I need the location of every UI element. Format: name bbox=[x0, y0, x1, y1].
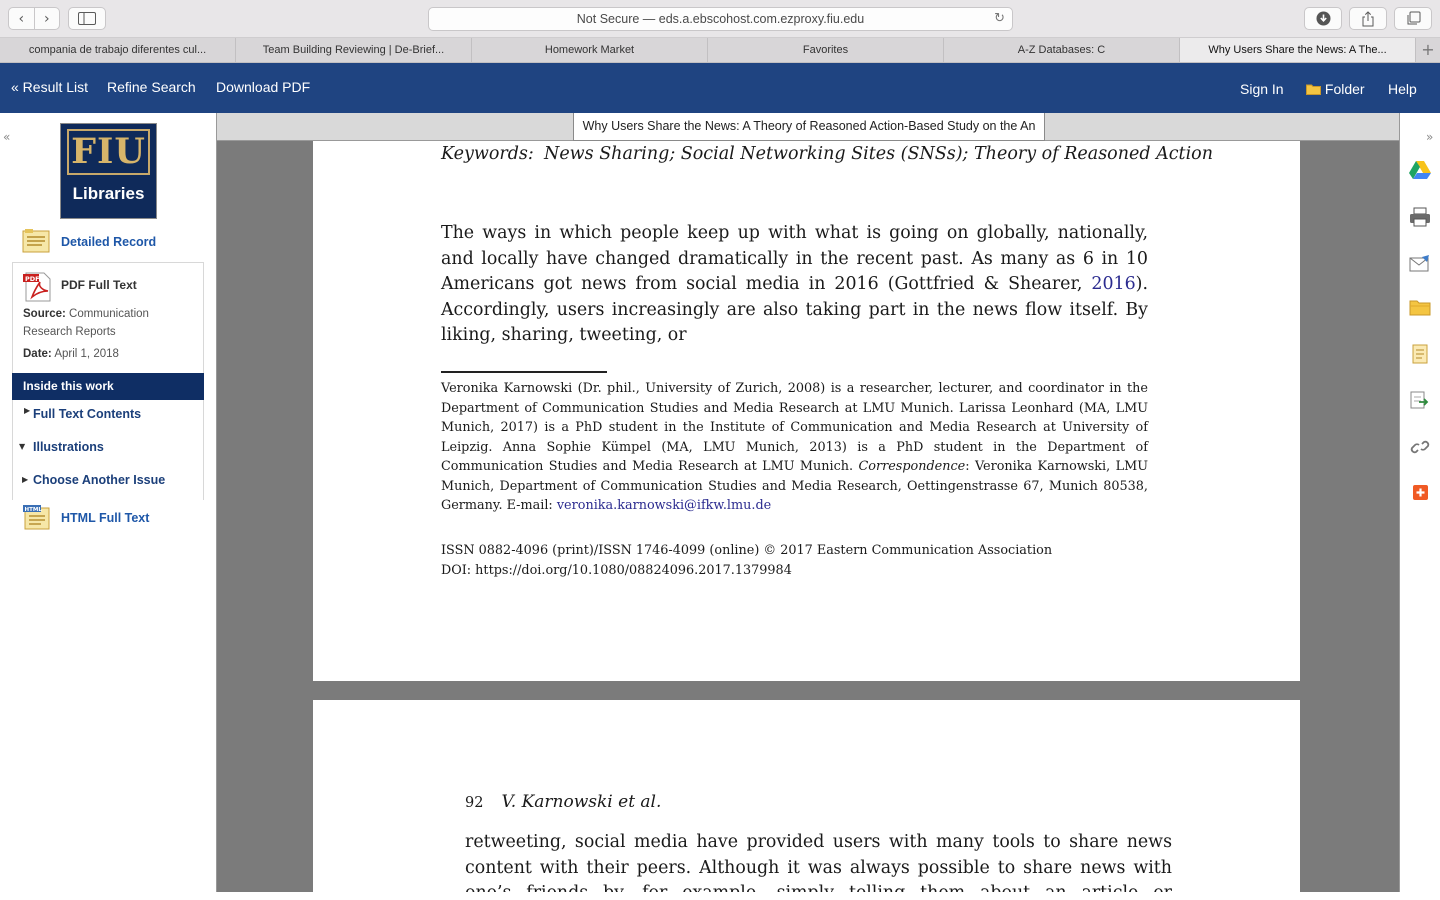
tab-compania[interactable]: compania de trabajo diferentes cul... bbox=[0, 38, 236, 62]
issn-block: ISSN 0882-4096 (print)/ISSN 1746-4099 (o… bbox=[441, 541, 1148, 580]
browser-toolbar: ‹ › Not Secure — eds.a.ebscohost.com.ezp… bbox=[0, 0, 1440, 38]
download-pdf-link[interactable]: Download PDF bbox=[216, 79, 310, 95]
google-drive-icon[interactable] bbox=[1409, 160, 1431, 180]
issn-line: ISSN 0882-4096 (print)/ISSN 1746-4099 (o… bbox=[441, 543, 1053, 558]
svg-text:PDF: PDF bbox=[25, 275, 40, 283]
html-full-text-icon[interactable]: HTML bbox=[22, 504, 50, 530]
collapse-triangle-icon[interactable]: ▼ bbox=[19, 442, 25, 451]
intro-text-a: The ways in which people keep up with wh… bbox=[441, 223, 1148, 294]
export-icon[interactable] bbox=[1409, 390, 1431, 410]
pdf-full-text-label[interactable]: PDF Full Text bbox=[61, 278, 137, 292]
correspondence-label: Correspondence bbox=[858, 459, 966, 474]
pdf-viewer[interactable]: Why Users Share the News: A Theory of Re… bbox=[216, 113, 1400, 892]
libraries-logo-text: Libraries bbox=[72, 184, 145, 203]
new-tab-icon[interactable]: + bbox=[1416, 38, 1440, 62]
save-folder-icon[interactable] bbox=[1409, 297, 1431, 317]
full-text-contents-link[interactable]: Full Text Contents bbox=[33, 407, 141, 421]
folder-icon bbox=[1306, 84, 1321, 95]
source-value-line-2: Research Reports bbox=[23, 326, 116, 338]
email-link[interactable]: veronika.karnowski@ifkw.lmu.de bbox=[557, 498, 771, 513]
help-link[interactable]: Help bbox=[1388, 81, 1417, 97]
history-nav: ‹ › bbox=[8, 7, 60, 30]
detailed-record-icon[interactable] bbox=[22, 228, 50, 254]
tab-favorites[interactable]: Favorites bbox=[708, 38, 944, 62]
fiu-logo-text: FIU bbox=[67, 129, 150, 175]
source-line: Source: Communication bbox=[23, 308, 149, 320]
viewer-title-bar: Why Users Share the News: A Theory of Re… bbox=[217, 113, 1399, 141]
tab-bar: compania de trabajo diferentes cul... Te… bbox=[0, 38, 1440, 63]
cite-icon[interactable] bbox=[1409, 344, 1431, 364]
source-label: Source: bbox=[23, 308, 66, 320]
permalink-icon[interactable] bbox=[1409, 437, 1431, 457]
intro-paragraph: The ways in which people keep up with wh… bbox=[441, 221, 1148, 349]
expand-triangle-icon[interactable]: ▶ bbox=[22, 475, 28, 484]
keywords-text: News Sharing; Social Networking Sites (S… bbox=[544, 144, 1213, 164]
back-arrow-icon[interactable]: ‹ bbox=[9, 8, 34, 29]
result-list-link[interactable]: « Result List bbox=[11, 79, 88, 95]
address-text: Not Secure — eds.a.ebscohost.com.ezproxy… bbox=[576, 12, 865, 26]
tab-team-building[interactable]: Team Building Reviewing | De-Brief... bbox=[236, 38, 472, 62]
address-bar[interactable]: Not Secure — eds.a.ebscohost.com.ezproxy… bbox=[428, 7, 1013, 31]
tab-homework-market[interactable]: Homework Market bbox=[472, 38, 708, 62]
ebsco-header: « Result List Refine Search Download PDF… bbox=[0, 63, 1440, 113]
collapse-left-icon[interactable]: « bbox=[3, 130, 10, 144]
folder-label: Folder bbox=[1324, 81, 1365, 97]
reload-icon[interactable]: ↻ bbox=[994, 8, 1005, 30]
refine-search-link[interactable]: Refine Search bbox=[107, 79, 196, 95]
pdf-page-2: 92 V. Karnowski et al. retweeting, social… bbox=[313, 700, 1300, 892]
forward-arrow-icon[interactable]: › bbox=[33, 8, 60, 29]
sidebar-toggle-icon[interactable] bbox=[68, 7, 106, 30]
date-label: Date: bbox=[23, 348, 52, 360]
document-title: Why Users Share the News: A Theory of Re… bbox=[573, 113, 1045, 141]
doi-line: DOI: https://doi.org/10.1080/08824096.20… bbox=[441, 562, 792, 578]
fiu-libraries-logo[interactable]: FIU Libraries bbox=[60, 123, 157, 219]
date-value: April 1, 2018 bbox=[54, 348, 119, 360]
keywords-line: Keywords: News Sharing; Social Networking… bbox=[441, 144, 1213, 164]
inside-this-work-header: Inside this work bbox=[12, 373, 204, 400]
pdf-page-1: Keywords: News Sharing; Social Networking… bbox=[313, 141, 1300, 681]
running-head: 92 V. Karnowski et al. bbox=[465, 792, 661, 812]
footnote-rule bbox=[441, 371, 607, 373]
svg-text:HTML: HTML bbox=[25, 507, 43, 513]
tab-az-databases[interactable]: A-Z Databases: C bbox=[944, 38, 1180, 62]
pdf-icon[interactable]: PDF bbox=[22, 272, 56, 302]
source-value: Communication bbox=[69, 308, 149, 320]
illustrations-link[interactable]: Illustrations bbox=[33, 440, 104, 454]
sign-in-link[interactable]: Sign In bbox=[1240, 81, 1284, 97]
share-icon[interactable] bbox=[1349, 7, 1387, 30]
citation-link[interactable]: 2016 bbox=[1091, 274, 1135, 294]
collapse-right-icon[interactable]: » bbox=[1426, 130, 1433, 144]
tab-why-users-share[interactable]: Why Users Share the News: A The... bbox=[1180, 38, 1416, 62]
keywords-label: Keywords: bbox=[441, 144, 534, 164]
page-number: 92 bbox=[465, 795, 484, 811]
folder-link[interactable]: Folder bbox=[1306, 81, 1365, 97]
tabs-overview-icon[interactable] bbox=[1394, 7, 1432, 30]
html-full-text-link[interactable]: HTML Full Text bbox=[61, 511, 149, 525]
author-footnote: Veronika Karnowski (Dr. phil., Universit… bbox=[441, 379, 1148, 516]
expand-triangle-icon[interactable]: ▶ bbox=[24, 406, 30, 415]
share-plus-icon[interactable] bbox=[1409, 482, 1431, 502]
email-icon[interactable] bbox=[1409, 254, 1431, 274]
date-line: Date: April 1, 2018 bbox=[23, 348, 119, 360]
page-2-paragraph: retweeting, social media have provided u… bbox=[465, 832, 1172, 892]
choose-another-issue-link[interactable]: Choose Another Issue bbox=[33, 473, 165, 487]
detailed-record-link[interactable]: Detailed Record bbox=[61, 235, 156, 249]
print-icon[interactable] bbox=[1409, 207, 1431, 227]
running-head-author: V. Karnowski et al. bbox=[501, 792, 662, 812]
downloads-icon[interactable] bbox=[1304, 7, 1342, 30]
